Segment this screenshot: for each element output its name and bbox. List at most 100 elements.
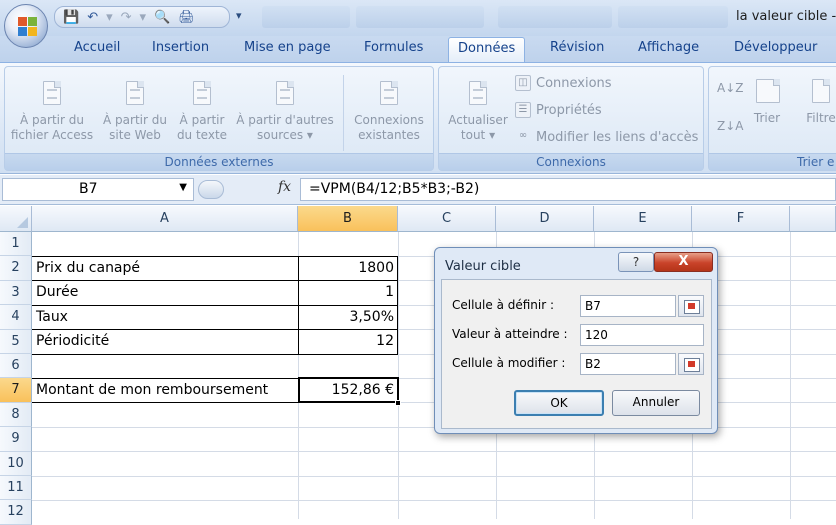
from-web-button[interactable]: À partir du site Web bbox=[99, 79, 171, 143]
properties-button[interactable]: ☰ Propriétés bbox=[515, 102, 602, 118]
sort-label: Trier bbox=[753, 111, 781, 125]
refresh-all-label-2: tout ▾ bbox=[460, 128, 496, 142]
tab-donnees[interactable]: Données bbox=[448, 37, 526, 63]
print-icon[interactable]: 🖨 bbox=[178, 10, 195, 25]
from-text-button[interactable]: À partir du texte bbox=[173, 79, 231, 143]
existing-connections-button[interactable]: Connexions existantes bbox=[347, 79, 431, 143]
column-header-e[interactable]: E bbox=[594, 206, 692, 232]
column-header-c[interactable]: C bbox=[398, 206, 496, 232]
column-header-partial[interactable] bbox=[790, 206, 836, 232]
sort-descending-button[interactable]: Z↓A bbox=[717, 119, 743, 133]
from-access-button[interactable]: À partir du fichier Access bbox=[9, 79, 95, 143]
row-header-9[interactable]: 9 bbox=[0, 427, 32, 452]
set-cell-ref-icon[interactable] bbox=[678, 295, 704, 317]
cell-a5[interactable]: Périodicité bbox=[32, 330, 298, 353]
set-cell-input[interactable]: B7 bbox=[580, 295, 676, 317]
from-other-sources-button[interactable]: À partir d'autres sources ▾ bbox=[231, 79, 339, 143]
redo-dropdown-icon[interactable]: ▾ bbox=[140, 10, 147, 25]
edit-links-button[interactable]: ∞ Modifier les liens d'accès bbox=[515, 129, 699, 145]
ok-button[interactable]: OK bbox=[514, 390, 604, 416]
cancel-button[interactable]: Annuler bbox=[612, 390, 700, 416]
cell-a4[interactable]: Taux bbox=[32, 306, 298, 329]
access-file-icon bbox=[39, 79, 65, 111]
goal-seek-dialog: Valeur cible ? X Cellule à définir : B7 … bbox=[434, 247, 718, 434]
cell-b3[interactable]: 1 bbox=[298, 281, 398, 304]
name-box-dropdown-icon[interactable]: ▼ bbox=[179, 182, 187, 193]
sort-az-icon: A↓Z bbox=[717, 81, 744, 95]
row-header-6[interactable]: 6 bbox=[0, 354, 32, 379]
redo-icon[interactable]: ↷ bbox=[121, 10, 132, 25]
column-header-a[interactable]: A bbox=[32, 206, 298, 232]
column-header-b[interactable]: B bbox=[298, 206, 398, 232]
office-button[interactable] bbox=[4, 4, 48, 48]
background-window-tab bbox=[262, 6, 350, 28]
undo-dropdown-icon[interactable]: ▾ bbox=[106, 10, 113, 25]
column-header-f[interactable]: F bbox=[692, 206, 790, 232]
connections-button[interactable]: ◫ Connexions bbox=[515, 75, 612, 91]
existing-connections-label-2: existantes bbox=[358, 128, 420, 142]
cell-b7[interactable]: 152,86 € bbox=[298, 379, 398, 402]
ribbon: À partir du fichier Access À partir du s… bbox=[0, 62, 836, 174]
dialog-title: Valeur cible bbox=[445, 259, 521, 274]
dialog-body: Cellule à définir : B7 Valeur à atteindr… bbox=[441, 279, 712, 429]
row-header-3[interactable]: 3 bbox=[0, 280, 32, 306]
row-header-11[interactable]: 11 bbox=[0, 476, 32, 501]
row-header-8[interactable]: 8 bbox=[0, 402, 32, 428]
to-value-input[interactable]: 120 bbox=[580, 324, 704, 346]
insert-function-icon[interactable]: fx bbox=[278, 179, 291, 195]
cell-a3[interactable]: Durée bbox=[32, 281, 298, 304]
help-button[interactable]: ? bbox=[618, 252, 654, 272]
background-window-tab bbox=[618, 6, 728, 28]
from-web-label-2: site Web bbox=[109, 128, 161, 142]
undo-icon[interactable]: ↶ bbox=[87, 10, 98, 25]
changing-cell-input[interactable]: B2 bbox=[580, 353, 676, 375]
cell-a2[interactable]: Prix du canapé bbox=[32, 257, 298, 280]
row-header-5[interactable]: 5 bbox=[0, 329, 32, 354]
row-header-4[interactable]: 4 bbox=[0, 305, 32, 330]
group-trier: A↓Z Z↓A Trier Filtre Trier e bbox=[708, 66, 836, 171]
row-header-12[interactable]: 12 bbox=[0, 500, 32, 525]
column-header-d[interactable]: D bbox=[496, 206, 594, 232]
row-header-10[interactable]: 10 bbox=[0, 451, 32, 476]
title-bar: 💾 ↶ ▾ ↷ ▾ 🔍 🖨 ▾ la valeur cible - bbox=[0, 0, 836, 36]
print-preview-icon[interactable]: 🔍 bbox=[154, 10, 170, 25]
cell-b2[interactable]: 1800 bbox=[298, 257, 398, 280]
save-icon[interactable]: 💾 bbox=[63, 10, 79, 25]
changing-cell-ref-icon[interactable] bbox=[678, 353, 704, 375]
tab-revision[interactable]: Révision bbox=[550, 40, 604, 55]
tab-formules[interactable]: Formules bbox=[364, 40, 423, 55]
row-header-1[interactable]: 1 bbox=[0, 232, 32, 257]
sort-button[interactable]: Trier bbox=[747, 77, 787, 126]
refresh-all-button[interactable]: Actualiser tout ▾ bbox=[443, 79, 513, 143]
tab-accueil[interactable]: Accueil bbox=[74, 40, 120, 55]
grid-line bbox=[32, 451, 836, 453]
connections-label: Connexions bbox=[536, 75, 612, 91]
sort-dialog-icon bbox=[752, 77, 782, 109]
cell-b4[interactable]: 3,50% bbox=[298, 306, 398, 329]
from-other-sources-label-2: sources ▾ bbox=[257, 128, 313, 142]
group-label-connexions: Connexions bbox=[439, 153, 703, 170]
customize-qat-icon[interactable]: ▾ bbox=[236, 9, 242, 22]
cell-b5[interactable]: 12 bbox=[298, 330, 398, 353]
tab-affichage[interactable]: Affichage bbox=[638, 40, 699, 55]
from-web-label-1: À partir du bbox=[103, 113, 167, 127]
sort-za-icon: Z↓A bbox=[717, 119, 744, 133]
tab-developpeur[interactable]: Développeur bbox=[734, 40, 817, 55]
refresh-all-label-1: Actualiser bbox=[448, 113, 508, 127]
row-header-7[interactable]: 7 bbox=[0, 378, 32, 403]
formula-input[interactable]: =VPM(B4/12;B5*B3;-B2) bbox=[300, 178, 836, 201]
name-box-value: B7 bbox=[79, 181, 98, 197]
close-button[interactable]: X bbox=[654, 252, 713, 272]
sort-ascending-button[interactable]: A↓Z bbox=[717, 81, 743, 95]
formula-bar-resize-handle[interactable] bbox=[198, 180, 224, 199]
tab-insertion[interactable]: Insertion bbox=[152, 40, 209, 55]
from-text-label-2: du texte bbox=[176, 128, 228, 142]
formula-bar: B7 ▼ fx =VPM(B4/12;B5*B3;-B2) bbox=[0, 175, 836, 205]
tab-mise-en-page[interactable]: Mise en page bbox=[244, 40, 331, 55]
row-header-2[interactable]: 2 bbox=[0, 256, 32, 281]
cell-a7[interactable]: Montant de mon remboursement bbox=[32, 379, 298, 402]
select-all-corner[interactable] bbox=[0, 206, 32, 232]
filter-button[interactable]: Filtre bbox=[801, 77, 836, 126]
name-box[interactable]: B7 ▼ bbox=[2, 178, 194, 201]
filter-icon bbox=[808, 77, 834, 109]
